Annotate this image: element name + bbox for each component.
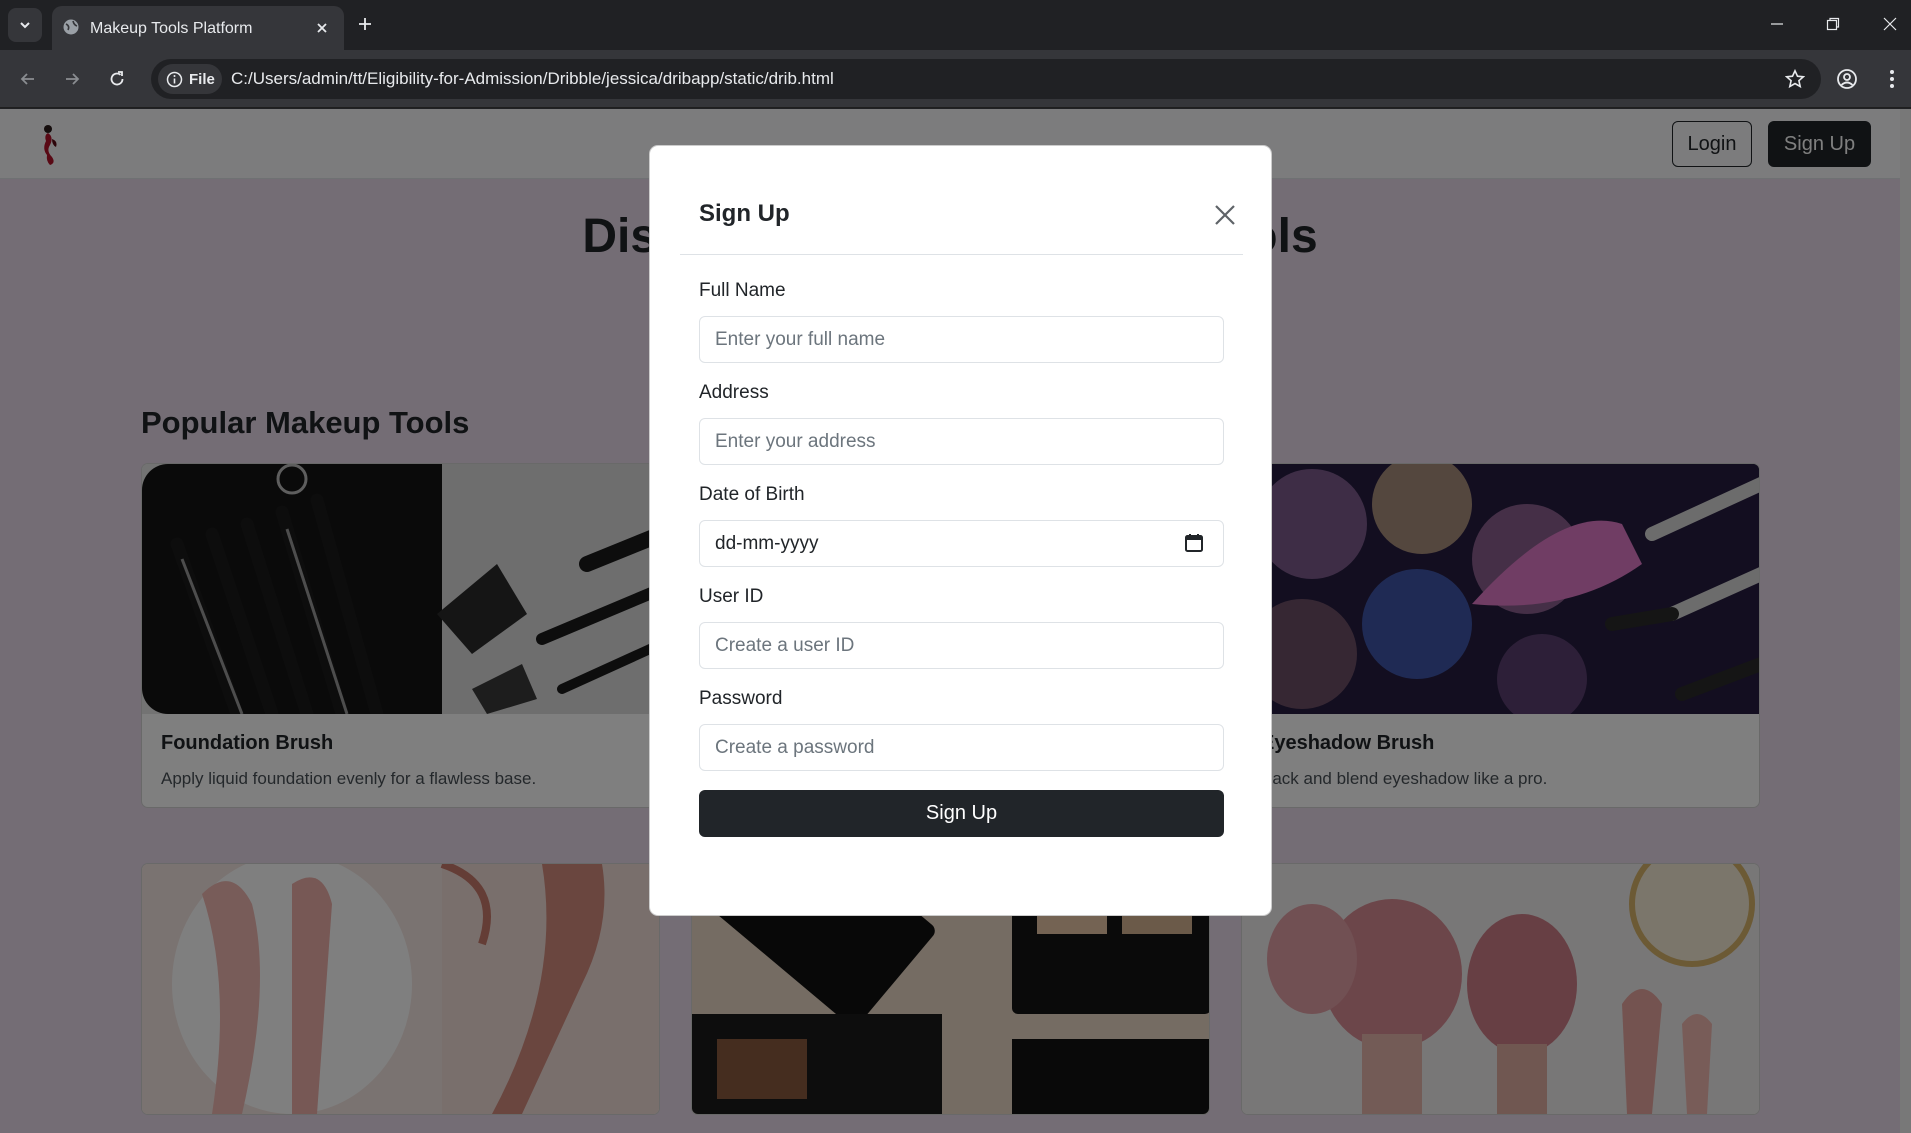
star-icon [1785,69,1805,89]
browser-tab[interactable]: Makeup Tools Platform [52,6,344,50]
chip-label: File [189,70,215,88]
close-tab-button[interactable] [310,16,334,40]
user-id-label: User ID [699,586,764,607]
full-name-label: Full Name [699,280,786,301]
back-button[interactable] [12,63,44,95]
browser-toolbar: File C:/Users/admin/tt/Eligibility-for-A… [0,50,1911,108]
browser-tab-bar: Makeup Tools Platform [0,0,1911,50]
page-viewport: Login Sign Up Discover the Best Makeup T… [0,109,1911,1133]
user-id-input[interactable] [699,622,1224,669]
bookmark-button[interactable] [1783,67,1807,91]
dob-label: Date of Birth [699,484,805,505]
restore-button[interactable] [1813,6,1853,42]
tab-title: Makeup Tools Platform [90,20,253,37]
address-group: Address [699,382,1224,465]
full-name-group: Full Name [699,280,1224,363]
profile-icon [1837,69,1857,89]
back-icon [20,73,34,85]
password-group: Password [699,688,1224,771]
url-text[interactable]: C:/Users/admin/tt/Eligibility-for-Admiss… [231,69,834,89]
signup-modal: Sign Up Full Name Address Date of Birth … [649,145,1272,916]
close-icon [1215,205,1235,225]
minimize-button[interactable] [1757,6,1797,42]
info-icon [166,71,183,87]
dob-input[interactable]: dd-mm-yyyy [699,520,1224,567]
signup-form: Full Name Address Date of Birth dd-mm-yy… [699,280,1224,837]
forward-button[interactable] [56,63,88,95]
modal-close-button[interactable] [1212,202,1238,228]
tab-search-button[interactable] [8,8,42,42]
dob-group: Date of Birth dd-mm-yyyy [699,484,1224,567]
signup-submit-button[interactable]: Sign Up [699,790,1224,837]
chevron-down-icon [20,22,30,29]
menu-icon [1890,70,1894,88]
calendar-icon[interactable] [1183,532,1205,554]
address-input[interactable] [699,418,1224,465]
reload-button[interactable] [101,63,133,95]
dob-value: dd-mm-yyyy [715,533,819,554]
reload-icon [110,71,124,86]
close-icon [1883,17,1897,31]
minimize-icon [1771,23,1783,25]
full-name-input[interactable] [699,316,1224,363]
profile-button[interactable] [1831,63,1863,95]
address-bar[interactable]: File C:/Users/admin/tt/Eligibility-for-A… [151,59,1821,99]
restore-icon [1826,17,1840,31]
address-label: Address [699,382,769,403]
globe-icon [63,19,79,35]
forward-icon [66,73,80,85]
user-id-group: User ID [699,586,1224,669]
new-tab-button[interactable] [352,11,378,37]
modal-title: Sign Up [699,200,790,227]
plus-icon [359,18,371,30]
modal-header: Sign Up [680,146,1243,255]
site-info-chip[interactable]: File [158,64,222,94]
browser-menu-button[interactable] [1876,63,1908,95]
close-window-button[interactable] [1870,6,1910,42]
password-label: Password [699,688,783,709]
close-icon [317,23,327,33]
password-input[interactable] [699,724,1224,771]
